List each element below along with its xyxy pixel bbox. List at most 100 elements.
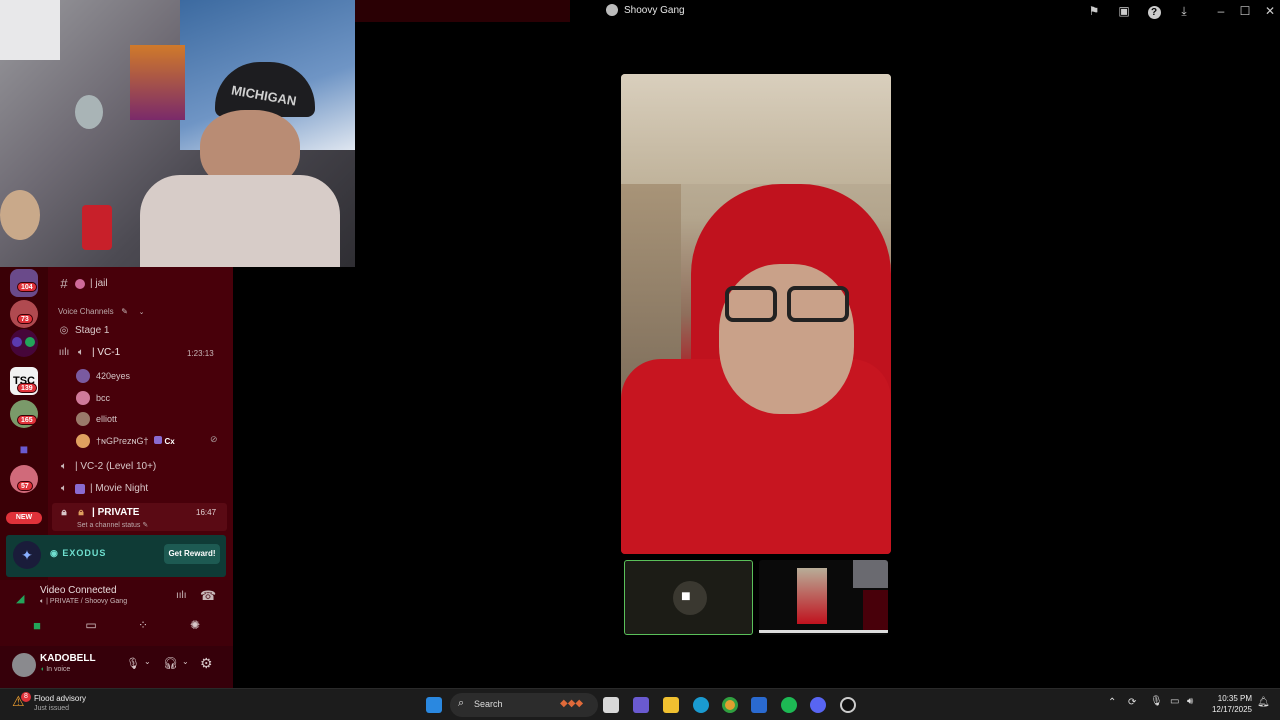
- stream-preview-sidebar: [863, 590, 888, 632]
- avatar[interactable]: [12, 653, 36, 677]
- chrome-icon[interactable]: [722, 697, 738, 713]
- pencil-icon: ✎: [121, 307, 128, 316]
- file-explorer-icon[interactable]: [663, 697, 679, 713]
- notifications-bell-icon[interactable]: 🔔︎: [1257, 697, 1270, 708]
- microphone-icon[interactable]: 🎙︎: [1150, 696, 1163, 707]
- notification-badge: 8: [21, 692, 31, 702]
- network-icon[interactable]: ▭: [1170, 696, 1179, 707]
- clock-date[interactable]: 12/17/2025: [1206, 705, 1252, 714]
- user-status-text: In voice: [46, 666, 71, 673]
- channel-movie-night[interactable]: 🔈︎ | Movie Night: [58, 483, 148, 494]
- download-icon[interactable]: ⤓: [1176, 3, 1192, 19]
- channel-stage[interactable]: ◎ Stage 1: [58, 325, 110, 336]
- edge-icon[interactable]: [693, 697, 709, 713]
- main-video-tile[interactable]: [621, 74, 891, 554]
- search-placeholder: Search: [474, 699, 503, 709]
- speaker-icon: 🔈︎: [61, 483, 67, 494]
- webcam-overlay: MICHIGAN: [0, 0, 355, 267]
- spotify-icon[interactable]: [781, 697, 797, 713]
- folder-icon[interactable]: ■: [10, 435, 38, 463]
- minimize-icon[interactable]: –: [1213, 3, 1229, 19]
- voice-location-text: | PRIVATE / Shoovy Gang: [46, 598, 128, 605]
- get-reward-button[interactable]: Get Reward!: [164, 544, 220, 564]
- chevron-down-icon[interactable]: ⌄: [144, 657, 151, 666]
- activities-button[interactable]: ⁘: [132, 618, 154, 634]
- channel-avatar-icon: [606, 4, 618, 16]
- teams-icon[interactable]: [633, 697, 649, 713]
- hashtag-icon: #: [60, 276, 68, 291]
- windows-start-icon[interactable]: [426, 697, 442, 713]
- avatar: [76, 369, 90, 383]
- microphone-icon[interactable]: 🎙︎: [126, 657, 140, 670]
- disconnect-icon[interactable]: ☎: [200, 588, 216, 604]
- server-badge-1: 104: [17, 282, 37, 292]
- tag-icon: [154, 436, 163, 444]
- noise-suppression-icon[interactable]: ıılı: [176, 590, 187, 601]
- promo-brand-text: EXODUS: [62, 548, 107, 558]
- voice-user[interactable]: elliott: [76, 412, 117, 426]
- headphones-icon[interactable]: 🎧︎: [163, 656, 178, 670]
- speaker-icon: 🔈︎: [78, 347, 84, 358]
- stream-thumbnail[interactable]: [759, 560, 888, 635]
- voice-user-name: †ɴGPrezɴG†: [96, 436, 149, 446]
- chevron-down-icon[interactable]: ⌄: [182, 657, 189, 666]
- activity-icon: ıılı: [58, 347, 70, 358]
- flag-icon[interactable]: ⚑: [1086, 3, 1102, 19]
- window-title-text: Shoovy Gang: [624, 4, 685, 16]
- stream-preview-video: [797, 568, 827, 624]
- obs-icon[interactable]: [840, 697, 856, 713]
- clock-time[interactable]: 10:35 PM: [1212, 694, 1252, 703]
- channel-status[interactable]: Set a channel status ✎: [77, 521, 148, 529]
- maximize-icon[interactable]: ☐: [1237, 3, 1253, 19]
- clapper-icon: [75, 483, 85, 494]
- taskbar-search[interactable]: ⌕ Search ◆◆◆: [450, 693, 598, 717]
- channel-label: Stage 1: [75, 325, 110, 336]
- channel-label: | Movie Night: [90, 483, 149, 494]
- channel-jail[interactable]: # | jail: [58, 276, 108, 291]
- username[interactable]: KADOBELL: [40, 653, 96, 664]
- promo-banner[interactable]: ✦ ◉ EXODUS Get Reward!: [6, 535, 226, 577]
- store-icon[interactable]: [751, 697, 767, 713]
- channel-vc2[interactable]: 🔈︎ | VC-2 (Level 10+): [58, 461, 156, 472]
- voice-location[interactable]: 🔈︎ | PRIVATE / Shoovy Gang: [40, 598, 127, 606]
- server-badge-4: 139: [17, 383, 37, 393]
- vc1-timer: 1:23:13: [187, 349, 214, 358]
- channel-status-text: Set a channel status: [77, 522, 141, 529]
- sync-icon[interactable]: ⟳: [1128, 697, 1136, 708]
- voice-user-name: 420eyes: [96, 371, 131, 381]
- chevron-up-icon[interactable]: ⌃: [1108, 697, 1116, 708]
- close-icon[interactable]: ✕: [1262, 3, 1278, 19]
- camera-button[interactable]: ■: [26, 618, 48, 634]
- gear-icon[interactable]: ⚙: [200, 655, 213, 672]
- lock-icon: 🔒︎: [78, 507, 84, 518]
- ceiling: [621, 74, 891, 184]
- task-view-icon[interactable]: [603, 697, 619, 713]
- skull-decoration: [75, 95, 103, 129]
- inbox-icon[interactable]: ▣: [1116, 3, 1132, 19]
- voice-user[interactable]: bcc: [76, 391, 110, 405]
- volume-icon[interactable]: 🔊︎: [1187, 696, 1193, 707]
- red-object: [82, 205, 112, 250]
- channel-label: | jail: [90, 278, 108, 289]
- stream-preview-bar: [759, 630, 888, 633]
- private-timer: 16:47: [196, 508, 217, 517]
- channel-private[interactable]: 🔒︎ 🔒︎ | PRIVATE: [58, 507, 139, 518]
- discord-icon[interactable]: [810, 697, 826, 713]
- voice-status[interactable]: Video Connected: [40, 585, 117, 596]
- weather-title[interactable]: Flood advisory: [34, 694, 86, 703]
- signal-icon: ◢: [16, 593, 25, 605]
- voice-channels-header[interactable]: Voice Channels ✎ ⌄: [58, 307, 148, 316]
- avatar: [76, 391, 90, 405]
- soundboard-button[interactable]: ✺: [184, 618, 206, 634]
- new-badge[interactable]: NEW: [6, 512, 42, 524]
- server-badge-2: 73: [17, 314, 33, 324]
- channel-vc1[interactable]: ıılı 🔈︎ | VC-1: [58, 347, 120, 358]
- voice-user[interactable]: †ɴGPrezɴG† Cx: [76, 434, 175, 448]
- screen-share-button[interactable]: ▭: [80, 618, 102, 634]
- stream-preview-webcam: [853, 560, 888, 588]
- help-icon[interactable]: ?: [1146, 3, 1162, 19]
- weather-subtitle: Just issued: [34, 705, 70, 712]
- voice-user[interactable]: 420eyes: [76, 369, 130, 383]
- self-video-thumbnail[interactable]: ■: [624, 560, 753, 635]
- server-folder[interactable]: [10, 329, 38, 357]
